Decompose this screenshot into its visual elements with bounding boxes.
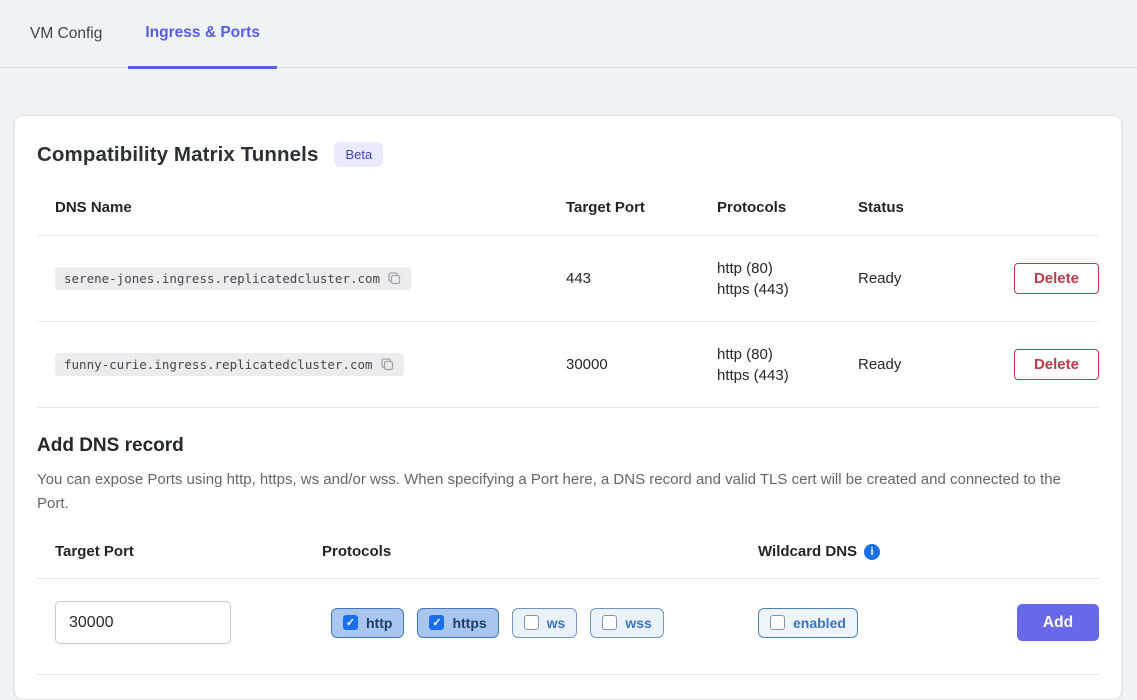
tab-ingress-ports[interactable]: Ingress & Ports: [128, 0, 277, 69]
tab-vm-config[interactable]: VM Config: [30, 0, 102, 67]
checkbox-label: enabled: [793, 615, 846, 631]
checkbox-wss[interactable]: wss: [590, 608, 663, 638]
checkbox-wildcard-enabled[interactable]: enabled: [758, 608, 858, 638]
copy-icon[interactable]: [380, 357, 395, 372]
dns-name-pill: funny-curie.ingress.replicatedcluster.co…: [55, 353, 404, 376]
col-header-target-port: Target Port: [566, 199, 717, 216]
dns-name-text: serene-jones.ingress.replicatedcluster.c…: [64, 271, 380, 286]
protocol-line: https (443): [717, 279, 858, 300]
target-port-cell: 30000: [566, 356, 717, 373]
status-cell: Ready: [858, 356, 997, 373]
checkbox-https[interactable]: ✓ https: [417, 608, 498, 638]
checkbox-label: https: [452, 615, 486, 631]
form-label-protocols: Protocols: [322, 543, 758, 560]
beta-badge: Beta: [334, 142, 383, 167]
add-dns-description: You can expose Ports using http, https, …: [37, 468, 1067, 516]
checkbox-checked-icon: ✓: [429, 615, 444, 630]
checkbox-unchecked-icon: [602, 615, 617, 630]
protocol-checkbox-group: ✓ http ✓ https ws wss: [322, 608, 758, 638]
protocol-line: https (443): [717, 365, 858, 386]
add-button[interactable]: Add: [1017, 604, 1099, 641]
target-port-input[interactable]: [55, 601, 231, 644]
add-dns-form-row: ✓ http ✓ https ws wss enabled Add: [37, 579, 1099, 644]
protocol-line: http (80): [717, 344, 858, 365]
table-header: DNS Name Target Port Protocols Status: [37, 167, 1099, 235]
delete-button[interactable]: Delete: [1014, 263, 1099, 294]
form-label-target-port: Target Port: [55, 543, 322, 560]
status-cell: Ready: [858, 270, 997, 287]
tab-bar: VM Config Ingress & Ports: [0, 0, 1137, 68]
checkbox-label: wss: [625, 615, 651, 631]
col-header-protocols: Protocols: [717, 199, 858, 216]
checkbox-label: ws: [547, 615, 566, 631]
tunnels-card: Compatibility Matrix Tunnels Beta DNS Na…: [14, 115, 1122, 700]
checkbox-label: http: [366, 615, 392, 631]
divider: [37, 674, 1099, 675]
protocols-cell: http (80) https (443): [717, 258, 858, 300]
add-dns-heading: Add DNS record: [37, 408, 1099, 457]
dns-name-text: funny-curie.ingress.replicatedcluster.co…: [64, 357, 373, 372]
col-header-dns-name: DNS Name: [55, 199, 566, 216]
card-title-row: Compatibility Matrix Tunnels Beta: [37, 116, 1099, 167]
delete-button[interactable]: Delete: [1014, 349, 1099, 380]
target-port-cell: 443: [566, 270, 717, 287]
checkbox-ws[interactable]: ws: [512, 608, 578, 638]
checkbox-unchecked-icon: [524, 615, 539, 630]
checkbox-http[interactable]: ✓ http: [331, 608, 404, 638]
copy-icon[interactable]: [387, 271, 402, 286]
table-row: serene-jones.ingress.replicatedcluster.c…: [37, 236, 1099, 321]
protocols-cell: http (80) https (443): [717, 344, 858, 386]
col-header-status: Status: [858, 199, 997, 216]
table-row: funny-curie.ingress.replicatedcluster.co…: [37, 322, 1099, 407]
protocol-line: http (80): [717, 258, 858, 279]
info-icon[interactable]: i: [864, 544, 880, 560]
form-labels-row: Target Port Protocols Wildcard DNS i: [37, 516, 1099, 578]
checkbox-unchecked-icon: [770, 615, 785, 630]
checkbox-checked-icon: ✓: [343, 615, 358, 630]
dns-name-pill: serene-jones.ingress.replicatedcluster.c…: [55, 267, 411, 290]
form-label-wildcard-dns: Wildcard DNS: [758, 543, 857, 560]
card-title: Compatibility Matrix Tunnels: [37, 143, 318, 167]
